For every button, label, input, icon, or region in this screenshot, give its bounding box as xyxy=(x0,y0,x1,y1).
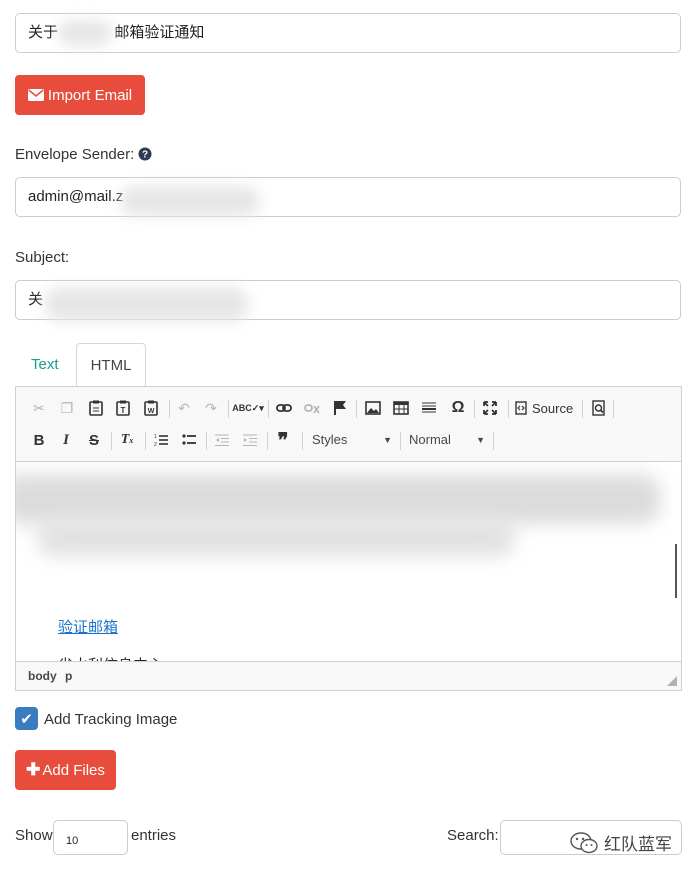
redaction-blur xyxy=(36,517,516,557)
source-icon xyxy=(515,401,527,415)
outdent-icon[interactable] xyxy=(212,430,232,450)
special-char-icon[interactable]: Ω xyxy=(448,398,468,418)
italic-icon[interactable]: I xyxy=(56,430,76,450)
editor-toolbar: ✂ ❐ T W ↶ ↷ ABC✓▾ Ω Source B I S T x 1 2… xyxy=(16,387,681,462)
cut-icon[interactable]: ✂ xyxy=(29,398,49,418)
link-icon[interactable] xyxy=(274,398,294,418)
checkmark-icon: ✔ xyxy=(20,710,33,728)
question-circle-icon[interactable]: ? xyxy=(138,147,152,161)
paste-icon[interactable] xyxy=(86,398,106,418)
svg-text:W: W xyxy=(148,408,155,415)
path-p[interactable]: p xyxy=(65,669,72,683)
unlink-icon[interactable] xyxy=(302,398,322,418)
watermark-text: 红队蓝军 xyxy=(604,835,672,854)
remove-format-icon[interactable]: Tx xyxy=(117,430,137,450)
styles-dropdown[interactable]: Styles ▼ xyxy=(312,429,392,451)
bulleted-list-icon[interactable] xyxy=(179,430,199,450)
envelope-sender-label: Envelope Sender: ? xyxy=(15,146,152,163)
numbered-list-icon[interactable]: 12 xyxy=(151,430,171,450)
tracking-label: Add Tracking Image xyxy=(44,711,178,728)
paste-text-icon[interactable]: T xyxy=(113,398,133,418)
tab-html[interactable]: HTML xyxy=(76,343,146,386)
editor-statusbar: body p xyxy=(16,661,681,690)
plus-icon: ✚ xyxy=(26,760,41,779)
envelope-icon xyxy=(27,89,44,101)
svg-text:T: T xyxy=(121,406,126,415)
search-label: Search: xyxy=(447,827,499,844)
path-body[interactable]: body xyxy=(28,669,57,683)
add-files-button[interactable]: ✚ Add Files xyxy=(15,750,116,790)
spellcheck-icon[interactable]: ABC✓▾ xyxy=(232,398,264,418)
anchor-flag-icon[interactable] xyxy=(330,398,350,418)
top-title-input[interactable]: 关于 邮箱验证通知 xyxy=(15,13,681,53)
horizontal-line-icon[interactable] xyxy=(419,398,439,418)
copy-icon[interactable]: ❐ xyxy=(57,398,77,418)
watermark: 红队蓝军 xyxy=(570,830,672,855)
redo-icon[interactable]: ↷ xyxy=(201,398,221,418)
wechat-icon xyxy=(570,831,598,853)
redaction-blur xyxy=(120,186,260,216)
chevron-down-icon: ▼ xyxy=(476,435,485,445)
envelope-sender-input[interactable]: admin@mail.z xyxy=(15,177,681,217)
indent-icon[interactable] xyxy=(240,430,260,450)
show-label: Show xyxy=(15,827,53,844)
tab-text[interactable]: Text xyxy=(31,343,59,386)
maximize-icon[interactable] xyxy=(480,398,500,418)
bold-icon[interactable]: B xyxy=(29,430,49,450)
top-title-suffix: 邮箱验证通知 xyxy=(114,24,205,41)
svg-text:?: ? xyxy=(142,150,148,161)
strikethrough-icon[interactable]: S xyxy=(84,430,104,450)
redaction-blur xyxy=(58,20,112,46)
editor-content[interactable]: 验证邮箱 省水利信息中心 xyxy=(16,462,681,662)
import-email-button[interactable]: Import Email xyxy=(15,75,145,115)
paste-word-icon[interactable]: W xyxy=(141,398,161,418)
resize-handle-icon[interactable] xyxy=(667,676,677,686)
table-icon[interactable] xyxy=(391,398,411,418)
verify-email-link[interactable]: 验证邮箱 xyxy=(58,616,118,637)
editor-scrollbar[interactable] xyxy=(675,544,677,598)
add-files-label: Add Files xyxy=(42,761,105,779)
undo-icon[interactable]: ↶ xyxy=(174,398,194,418)
format-label: Normal xyxy=(409,432,451,447)
subject-value: 关 xyxy=(28,291,44,308)
page-length-select[interactable]: 10 xyxy=(53,820,128,855)
entries-label: entries xyxy=(131,827,177,844)
preview-icon[interactable] xyxy=(589,398,609,418)
import-email-label: Import Email xyxy=(47,86,133,104)
subject-label: Subject: xyxy=(15,249,70,266)
envelope-sender-value: admin@mail.z xyxy=(28,188,124,205)
blockquote-icon[interactable]: ❞ xyxy=(273,430,293,452)
svg-text:2: 2 xyxy=(154,442,157,447)
image-icon[interactable] xyxy=(363,398,383,418)
format-dropdown[interactable]: Normal ▼ xyxy=(409,429,485,451)
source-button[interactable]: Source xyxy=(515,398,577,418)
top-title-prefix: 关于 xyxy=(28,24,59,41)
rich-text-editor[interactable]: ✂ ❐ T W ↶ ↷ ABC✓▾ Ω Source B I S T x 1 2… xyxy=(15,386,682,691)
svg-text:1: 1 xyxy=(154,434,157,440)
source-label: Source xyxy=(532,400,574,416)
redaction-blur xyxy=(44,287,249,321)
styles-label: Styles xyxy=(312,432,348,447)
tracking-checkbox[interactable]: ✔ xyxy=(15,707,38,730)
chevron-down-icon: ▼ xyxy=(383,435,392,445)
